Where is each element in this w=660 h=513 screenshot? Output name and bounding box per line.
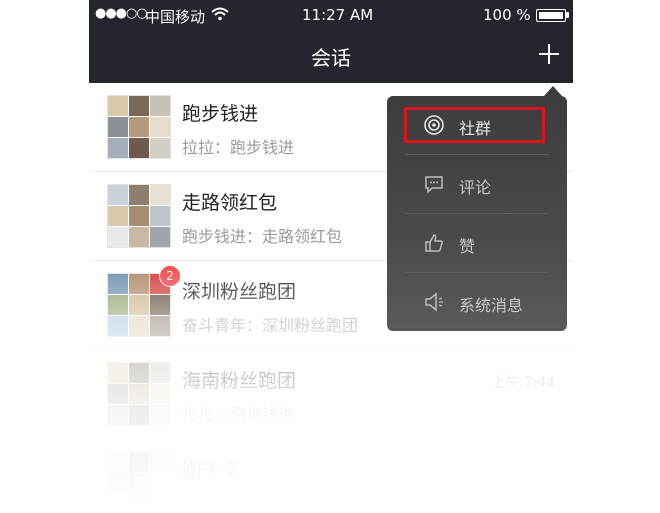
group-avatar [107,451,171,513]
battery-percent: 100 % [483,6,531,24]
menu-item-label: 系统消息 [459,296,524,315]
popup-arrow [544,86,562,96]
thumbs-up-icon [423,232,445,254]
community-icon [423,114,445,136]
signal-strength: ●●●○○ [95,6,148,21]
conversation-preview: 拉拉：跑步钱进 [182,405,295,424]
conversation-preview: 奋斗青年：深圳粉丝跑团 [182,316,359,335]
group-avatar [107,362,171,426]
carrier-name: 中国移动 [145,8,206,26]
menu-item-system-message[interactable]: 系统消息 [387,273,567,331]
conversation-name: 深圳粉丝跑团 [182,281,297,303]
battery-icon [536,9,566,22]
menu-item-comment[interactable]: 评论 [387,155,567,213]
conversation-item[interactable]: 圈子 2 [89,439,573,513]
clock: 11:27 AM [302,6,374,24]
comment-icon [423,173,445,195]
conversation-name: 海南粉丝跑团 [182,370,297,392]
conversation-name: 圈子 2 [182,459,239,481]
conversation-preview: 跑步钱进：走路领红包 [182,227,343,246]
status-bar: ●●●○○ 中国移动 11:27 AM 100 % [89,0,573,30]
group-avatar [107,184,171,248]
wifi-icon [211,7,229,25]
add-icon[interactable] [537,42,561,66]
speaker-icon [423,291,445,313]
conversation-name: 走路领红包 [182,192,278,214]
conversation-name: 跑步钱进 [182,103,259,125]
menu-item-label: 赞 [459,237,476,256]
phone-screen: ●●●○○ 中国移动 11:27 AM 100 % 会话 跑步钱进 拉拉：跑步钱… [89,0,573,513]
battery-tip [566,12,569,18]
page-title: 会话 [311,46,351,70]
menu-item-label: 评论 [459,178,492,197]
popup-menu: 社群 评论 赞 系统消息 [387,96,567,331]
conversation-item[interactable]: 海南粉丝跑团 拉拉：跑步钱进 上午 7:44 [89,350,573,439]
conversation-preview: 拉拉：跑步钱进 [182,138,295,157]
unread-badge: 2 [159,265,181,287]
nav-bar: 会话 [89,30,573,83]
menu-item-community[interactable]: 社群 [387,96,567,154]
conversation-time: 上午 7:44 [491,375,555,391]
menu-item-like[interactable]: 赞 [387,214,567,272]
menu-item-label: 社群 [459,119,492,138]
group-avatar [107,95,171,159]
